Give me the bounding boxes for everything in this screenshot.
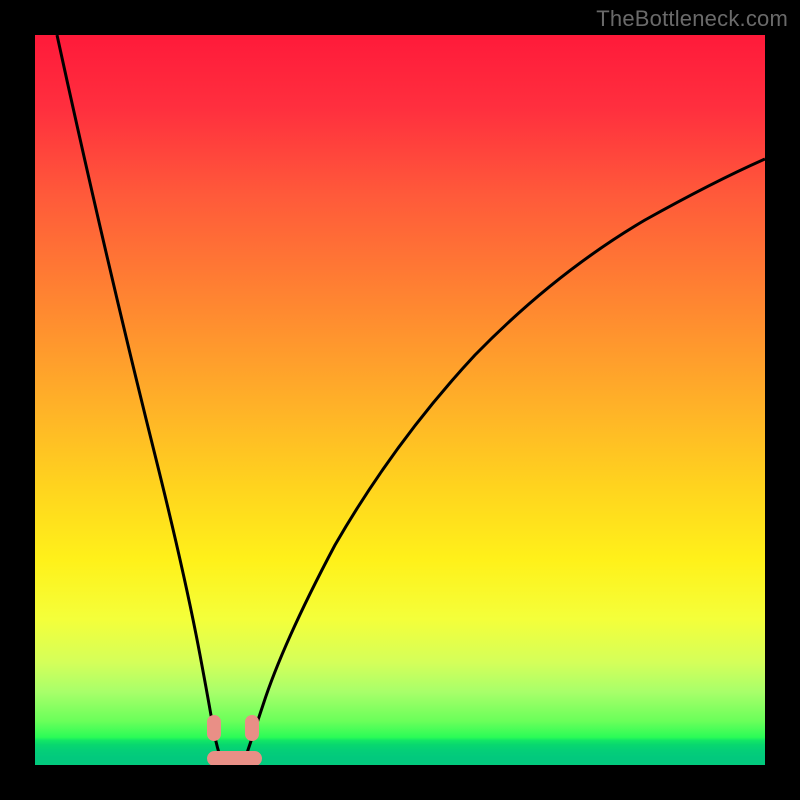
bottleneck-curve [35, 35, 765, 765]
marker-bottom [207, 751, 262, 765]
plot-area [35, 35, 765, 765]
watermark-text: TheBottleneck.com [596, 6, 788, 32]
marker-left [207, 715, 221, 741]
chart-frame: TheBottleneck.com [0, 0, 800, 800]
marker-right [245, 715, 259, 741]
curve-right-branch [247, 159, 765, 753]
curve-left-branch [57, 35, 219, 753]
